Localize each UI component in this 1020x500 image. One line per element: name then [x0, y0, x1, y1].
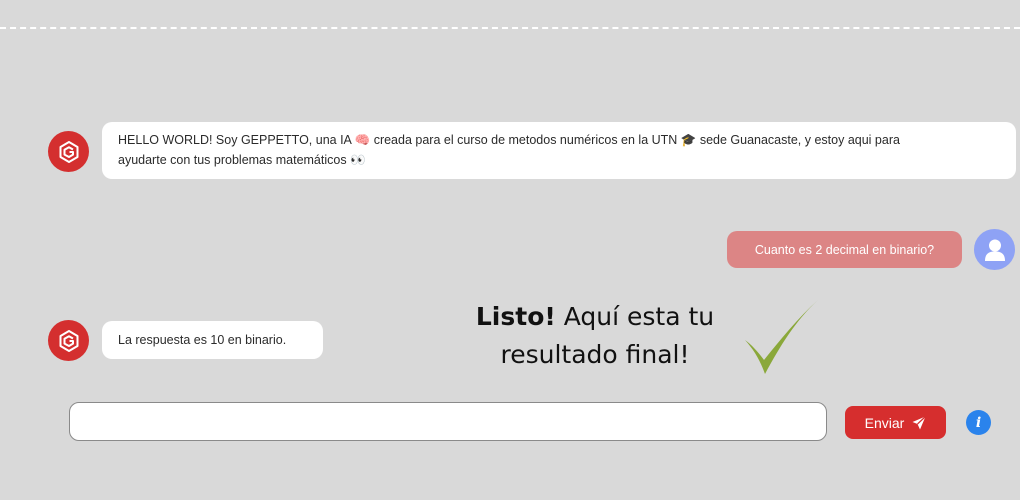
send-button[interactable]: Enviar	[845, 406, 946, 439]
bot-message-answer: La respuesta es 10 en binario.	[102, 321, 323, 359]
send-button-label: Enviar	[864, 414, 905, 431]
message-input[interactable]	[69, 402, 827, 441]
result-annotation: Listo! Aquí esta tu resultado final!	[440, 298, 750, 374]
info-button[interactable]: i	[966, 410, 991, 435]
bot-logo-icon	[59, 140, 78, 163]
bot-logo-icon	[59, 329, 78, 352]
user-icon	[984, 239, 1005, 261]
bot-avatar	[48, 131, 89, 172]
message-text-line: HELLO WORLD! Soy GEPPETTO, una IA 🧠 crea…	[118, 133, 900, 147]
user-message: Cuanto es 2 decimal en binario?	[727, 231, 962, 268]
bot-message-welcome: HELLO WORLD! Soy GEPPETTO, una IA 🧠 crea…	[102, 122, 1016, 179]
annotation-line-1: Listo! Aquí esta tu	[440, 298, 750, 336]
user-avatar	[974, 229, 1015, 270]
message-text: La respuesta es 10 en binario.	[118, 333, 287, 347]
message-text: Cuanto es 2 decimal en binario?	[754, 242, 935, 257]
annotation-text: Aquí esta tu	[555, 302, 715, 331]
annotation-bold: Listo!	[475, 302, 556, 331]
annotation-line-2: resultado final!	[500, 340, 690, 369]
info-icon: i	[975, 414, 982, 431]
message-text-line: ayudarte con tus problemas matemáticos 👀	[118, 153, 366, 167]
checkmark-icon	[745, 300, 818, 374]
top-divider	[0, 27, 1020, 29]
paper-plane-icon	[912, 415, 927, 429]
bot-avatar	[48, 320, 89, 361]
